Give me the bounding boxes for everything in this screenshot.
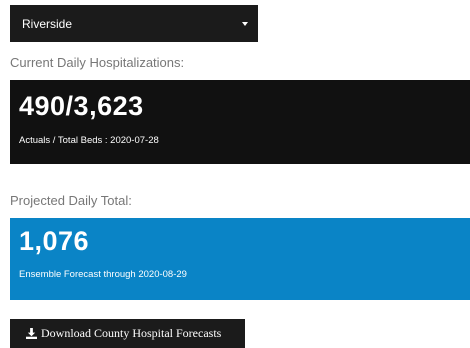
projection-value: 1,076: [19, 226, 90, 256]
projection-caption: Ensemble Forecast through 2020-08-29: [19, 269, 187, 280]
download-button-label: Download County Hospital Forecasts: [41, 326, 222, 340]
hospitalizations-value: 490/3,623: [19, 91, 144, 121]
caret-down-icon: [242, 22, 248, 26]
county-select[interactable]: Riverside: [10, 5, 258, 42]
projection-label: Projected Daily Total:: [10, 193, 132, 208]
hospitalizations-card: 490/3,623 Actuals / Total Beds : 2020-07…: [10, 80, 470, 164]
download-icon: [26, 328, 37, 339]
hospitalizations-label: Current Daily Hospitalizations:: [10, 55, 185, 70]
hospitalizations-caption: Actuals / Total Beds : 2020-07-28: [19, 135, 159, 146]
projection-card: 1,076 Ensemble Forecast through 2020-08-…: [10, 218, 470, 300]
download-forecasts-button[interactable]: Download County Hospital Forecasts: [10, 319, 245, 348]
county-select-value: Riverside: [22, 16, 73, 31]
